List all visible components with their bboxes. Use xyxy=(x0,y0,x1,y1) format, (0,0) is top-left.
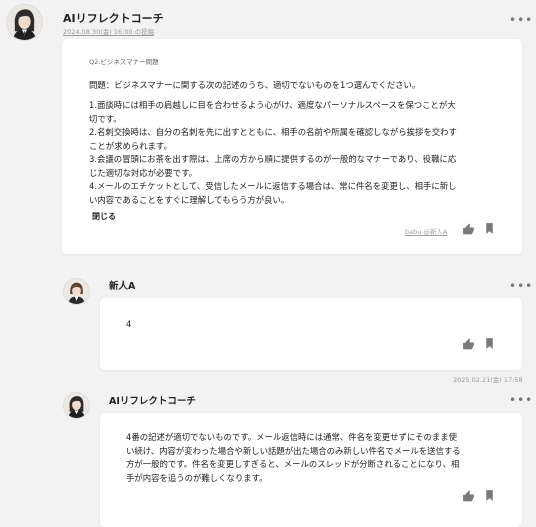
message-2-card: 4 xyxy=(100,298,522,370)
question-text: 問題：ビジネスマナーに関する次の記述のうち、適切でないものを1つ選んでください。 xyxy=(89,80,421,90)
coach-explanation: 4番の記述が適切でないものです。メール返信時には通常、件名を変更せずにそのまま使… xyxy=(126,432,461,483)
user-answer: 4 xyxy=(126,319,132,329)
shared-user-label[interactable]: babu @新人A xyxy=(405,226,447,236)
user-avatar-image xyxy=(64,279,89,304)
ai-coach-avatar xyxy=(63,392,90,419)
thumbs-up-icon[interactable] xyxy=(462,338,475,351)
message-1-sender: AIリフレクトコーチ xyxy=(63,12,164,25)
thumbs-up-icon[interactable] xyxy=(462,490,475,503)
message-2-sender: 新人A xyxy=(109,281,136,292)
question-choices: 1.面談時には相手の肩越しに目を合わせるよう心がけ、適度なパーソナルスペースを保… xyxy=(89,100,457,205)
message-3-sender: AIリフレクトコーチ xyxy=(109,396,196,407)
bookmark-icon[interactable] xyxy=(483,489,496,502)
message-1-more-icon[interactable]: ••• xyxy=(509,14,533,26)
bookmark-icon[interactable] xyxy=(483,337,496,350)
message-3-more-icon[interactable]: ••• xyxy=(509,394,533,406)
message-3-card: 4番の記述が適切でないものです。メール返信時には通常、件名を変更せずにそのまま使… xyxy=(100,413,522,527)
ai-coach-avatar-image xyxy=(64,393,89,418)
message-1-card: Q2.ビジネスマナー問題 問題：ビジネスマナーに関する次の記述のうち、適切でない… xyxy=(62,39,522,254)
message-2-timestamp: 2025.02.21(金) 17:58 xyxy=(453,376,523,384)
ai-coach-avatar xyxy=(6,4,43,41)
thumbs-up-icon[interactable] xyxy=(462,223,475,236)
close-button[interactable]: 閉じる xyxy=(92,211,116,222)
message-1-post-date[interactable]: 2024.08.30(金) 16:00 の投稿 xyxy=(63,26,154,36)
user-avatar xyxy=(63,278,90,305)
bookmark-icon[interactable] xyxy=(483,222,496,235)
ai-coach-avatar-image xyxy=(7,5,42,40)
message-2-more-icon[interactable]: ••• xyxy=(509,280,533,292)
question-title: Q2.ビジネスマナー問題 xyxy=(89,58,159,66)
